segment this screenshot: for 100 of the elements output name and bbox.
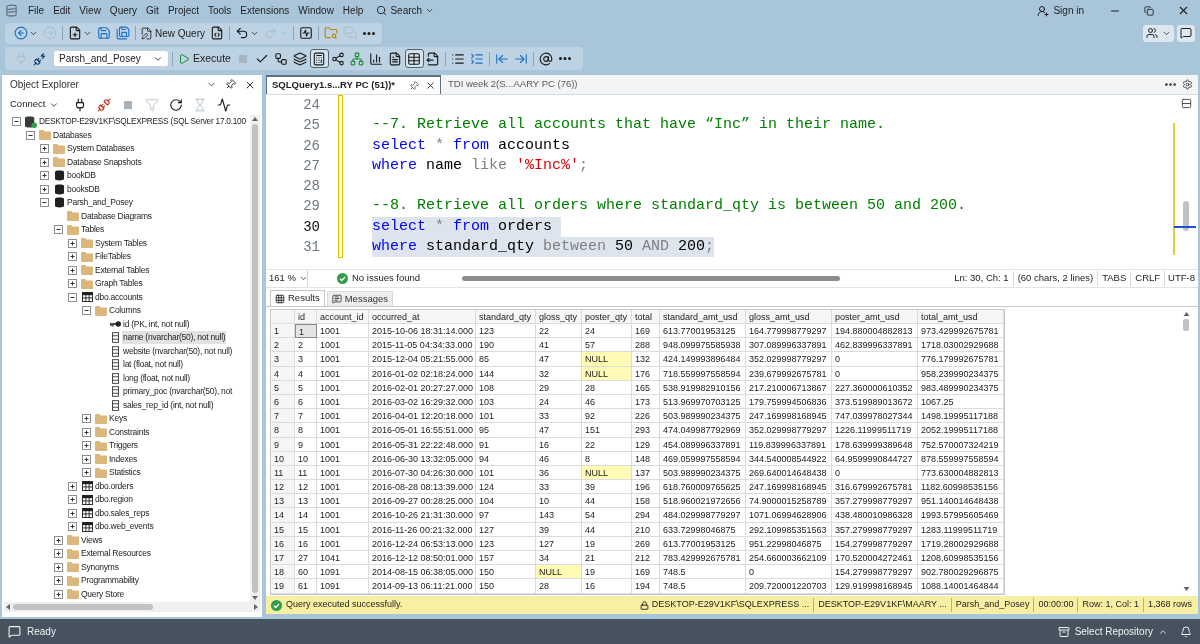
menu-item[interactable]: View bbox=[79, 3, 101, 18]
plus-box-icon[interactable] bbox=[81, 427, 91, 437]
row-number[interactable]: 1 bbox=[271, 324, 295, 339]
menu-item[interactable]: Extensions bbox=[240, 3, 290, 18]
search-menu[interactable]: Search bbox=[376, 3, 435, 18]
plus-box-icon[interactable] bbox=[39, 144, 49, 154]
vertical-scrollbar[interactable] bbox=[250, 115, 260, 602]
line-ending[interactable]: CRLF bbox=[1131, 271, 1166, 286]
minus-box-icon[interactable] bbox=[81, 306, 91, 316]
minus-box-icon[interactable] bbox=[53, 225, 63, 235]
collaboration-button[interactable] bbox=[1143, 24, 1174, 42]
minus-box-icon[interactable] bbox=[67, 292, 77, 302]
select-repository-button[interactable]: Select Repository bbox=[1057, 624, 1168, 639]
column-header[interactable]: poster_amt_usd bbox=[832, 310, 918, 324]
results-tab[interactable]: Results bbox=[270, 290, 325, 306]
tree-item[interactable]: dbo.sales_reps bbox=[94, 506, 151, 520]
column-header[interactable]: gloss_amt_usd bbox=[746, 310, 832, 324]
menu-item[interactable]: Tools bbox=[208, 3, 232, 18]
plus-box-icon[interactable] bbox=[39, 171, 49, 181]
tree-item[interactable]: DESKTOP-E29V1KF\SQLEXPRESS (SQL Server 17.0.100 bbox=[38, 115, 247, 129]
row-number[interactable]: 14 bbox=[271, 508, 295, 523]
notifications-button[interactable] bbox=[1180, 625, 1192, 638]
document-tab[interactable]: TDI week 2(S...AARY PC (76)) bbox=[441, 75, 585, 94]
zoom-dropdown[interactable]: 161 % bbox=[266, 270, 308, 287]
tree-item[interactable]: website (nvarchar(50), not null) bbox=[122, 344, 234, 358]
column-header[interactable]: id bbox=[295, 310, 317, 324]
row-number[interactable]: 13 bbox=[271, 494, 295, 509]
tree-item[interactable]: sales_rep_id (int, not null) bbox=[122, 398, 215, 412]
row-number[interactable]: 12 bbox=[271, 480, 295, 495]
row-number[interactable]: 19 bbox=[271, 579, 295, 594]
scrollbar-thumb[interactable] bbox=[252, 124, 258, 593]
tree-item[interactable]: name (nvarchar(50), not null) bbox=[122, 331, 227, 345]
menu-item[interactable]: Query bbox=[109, 3, 138, 18]
menu-item[interactable]: Project bbox=[167, 3, 199, 18]
tree-item[interactable]: Graph Tables bbox=[94, 277, 144, 291]
tree-item[interactable]: Parsh_and_Posey bbox=[66, 196, 134, 210]
split-icon[interactable] bbox=[1180, 98, 1192, 109]
plus-box-icon[interactable] bbox=[81, 454, 91, 464]
tree-item[interactable]: long (float, not null) bbox=[122, 371, 191, 385]
connect-dropdown[interactable]: Connect bbox=[10, 97, 60, 112]
plus-box-icon[interactable] bbox=[81, 468, 91, 478]
plus-box-icon[interactable] bbox=[53, 589, 63, 599]
close-icon[interactable] bbox=[425, 80, 436, 91]
plus-box-icon[interactable] bbox=[39, 184, 49, 194]
column-header[interactable]: poster_qty bbox=[582, 310, 632, 324]
new-query-button[interactable]: New Query bbox=[138, 23, 207, 43]
document-tab[interactable]: SQLQuery1.s...RY PC (51))* bbox=[266, 75, 441, 94]
tree-item[interactable]: System Tables bbox=[94, 236, 148, 250]
vertical-scrollbar[interactable] bbox=[1180, 309, 1192, 594]
results-tab[interactable]: Messages bbox=[326, 291, 393, 306]
minus-box-icon[interactable] bbox=[39, 198, 49, 208]
menu-item[interactable]: Help bbox=[342, 3, 364, 18]
plus-box-icon[interactable] bbox=[53, 562, 63, 572]
tree-item[interactable]: Keys bbox=[108, 412, 128, 426]
scrollbar-thumb[interactable] bbox=[1183, 201, 1189, 231]
column-header[interactable]: total_amt_usd bbox=[918, 310, 1004, 324]
row-number[interactable]: 18 bbox=[271, 565, 295, 580]
plus-box-icon[interactable] bbox=[67, 279, 77, 289]
pin-button[interactable] bbox=[225, 79, 236, 90]
plus-box-icon[interactable] bbox=[67, 522, 77, 532]
row-number[interactable]: 8 bbox=[271, 423, 295, 438]
plus-box-icon[interactable] bbox=[53, 549, 63, 559]
horizontal-scrollbar[interactable] bbox=[4, 602, 260, 612]
plus-box-icon[interactable] bbox=[39, 157, 49, 167]
column-header[interactable]: gloss_qty bbox=[536, 310, 582, 324]
plus-box-icon[interactable] bbox=[53, 576, 63, 586]
indent-mode[interactable]: TABS bbox=[1098, 271, 1132, 286]
plus-box-icon[interactable] bbox=[67, 508, 77, 518]
tree-item[interactable]: id (PK, int, not null) bbox=[122, 317, 191, 331]
row-number[interactable]: 17 bbox=[271, 551, 295, 566]
column-header[interactable]: total bbox=[632, 310, 660, 324]
database-dropdown[interactable]: Parsh_and_Posey bbox=[53, 50, 169, 67]
tree-item[interactable]: lat (float, not null) bbox=[122, 358, 184, 372]
plus-box-icon[interactable] bbox=[81, 414, 91, 424]
scrollbar-thumb[interactable] bbox=[1183, 319, 1189, 331]
tree-item[interactable]: Database Snapshots bbox=[66, 155, 143, 169]
column-header[interactable]: account_id bbox=[317, 310, 369, 324]
row-number[interactable]: 7 bbox=[271, 409, 295, 424]
plus-box-icon[interactable] bbox=[67, 252, 77, 262]
more-button[interactable] bbox=[1165, 83, 1176, 86]
tree-item[interactable]: Triggers bbox=[108, 439, 139, 453]
plus-box-icon[interactable] bbox=[53, 535, 63, 545]
tree-item[interactable]: Programmability bbox=[80, 574, 140, 588]
tree-item[interactable]: System Databases bbox=[66, 142, 136, 156]
menu-item[interactable]: Edit bbox=[53, 3, 71, 18]
encoding[interactable]: UTF-8 bbox=[1165, 271, 1198, 286]
plus-box-icon[interactable] bbox=[67, 495, 77, 505]
tree-item[interactable]: primary_poc (nvarchar(50), not bbox=[122, 385, 234, 399]
scrollbar-thumb[interactable] bbox=[13, 604, 153, 610]
minus-box-icon[interactable] bbox=[11, 117, 21, 127]
plus-box-icon[interactable] bbox=[81, 441, 91, 451]
tree-item[interactable]: dbo.web_events bbox=[94, 520, 155, 534]
settings-button[interactable] bbox=[1182, 79, 1193, 90]
column-header[interactable]: standard_amt_usd bbox=[660, 310, 746, 324]
row-number[interactable]: 2 bbox=[271, 338, 295, 353]
plus-box-icon[interactable] bbox=[67, 238, 77, 248]
execute-button[interactable]: Execute bbox=[175, 49, 234, 68]
menu-item[interactable]: Git bbox=[146, 3, 159, 18]
minus-box-icon[interactable] bbox=[25, 130, 35, 140]
menu-item[interactable]: Window bbox=[298, 3, 334, 18]
